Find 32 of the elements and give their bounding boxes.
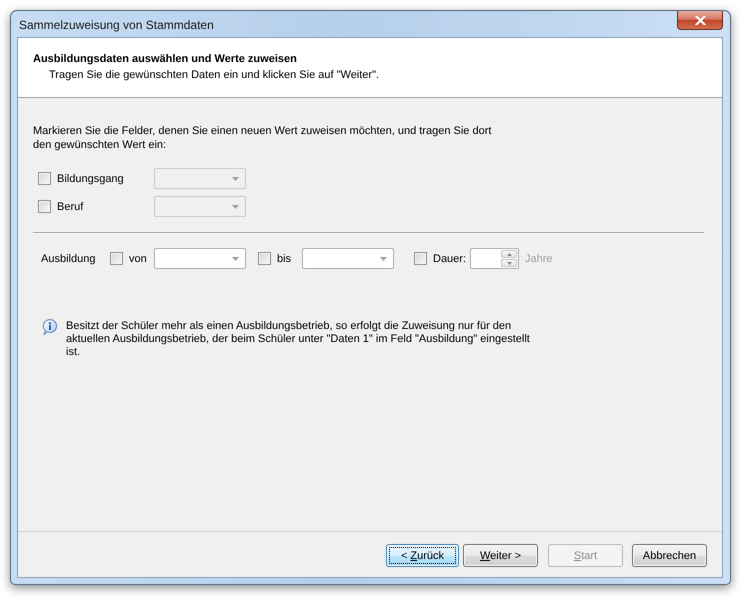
checkbox-label: Dauer:	[433, 252, 466, 266]
caret-icon	[232, 176, 239, 180]
instruction-text: Markieren Sie die Felder, denen Sie einen neuen Wert zuweisen möchten, und tragen Sie dort den gewünschten Wert ein:	[33, 124, 492, 152]
checkbox-label: Bildungsgang	[57, 172, 124, 186]
number-field[interactable]	[470, 248, 519, 269]
cancel-button[interactable]: Abbrechen	[632, 544, 707, 567]
checkbox[interactable]	[414, 252, 427, 265]
caret-icon	[232, 204, 239, 208]
checkbox-label: Beruf	[57, 200, 84, 214]
caret-icon	[380, 256, 387, 260]
caret-icon	[232, 256, 239, 260]
caret-down-icon	[506, 262, 512, 264]
info-text: Besitzt der Schüler mehr als einen Ausbildungsbetrieb, so erfolgt die Zuweisung nur für den aktuellen Ausbildungsbetrieb, der beim Schüler unter "Daten 1" im Feld "Ausbildung" eingestellt ist.	[66, 320, 531, 359]
caret-up-icon	[506, 252, 512, 256]
checkbox-label: bis	[277, 252, 292, 266]
unit-label: Jahre	[525, 252, 553, 264]
checkbox[interactable]	[110, 252, 123, 265]
close-icon	[694, 16, 706, 24]
spin-up-button[interactable]	[501, 250, 517, 258]
field-label: Ausbildung	[41, 252, 96, 264]
dropdown-field[interactable]	[302, 248, 394, 269]
dropdown-field[interactable]	[154, 248, 246, 269]
header-title: Ausbildungsdaten auswählen und Werte zuweisen	[33, 52, 297, 67]
info-icon	[42, 319, 58, 335]
window-title: Sammelzuweisung von Stammdaten	[19, 18, 214, 32]
header-subtitle: Tragen Sie die gewünschten Daten ein und klicken Sie auf "Weiter".	[49, 68, 380, 83]
next-button[interactable]: Weiter >	[463, 544, 538, 567]
spin-down-button[interactable]	[501, 259, 517, 267]
close-button[interactable]	[677, 11, 723, 30]
checkbox-label: von	[129, 252, 147, 266]
checkbox[interactable]	[258, 252, 271, 265]
back-button[interactable]: < Zurück	[386, 544, 459, 567]
